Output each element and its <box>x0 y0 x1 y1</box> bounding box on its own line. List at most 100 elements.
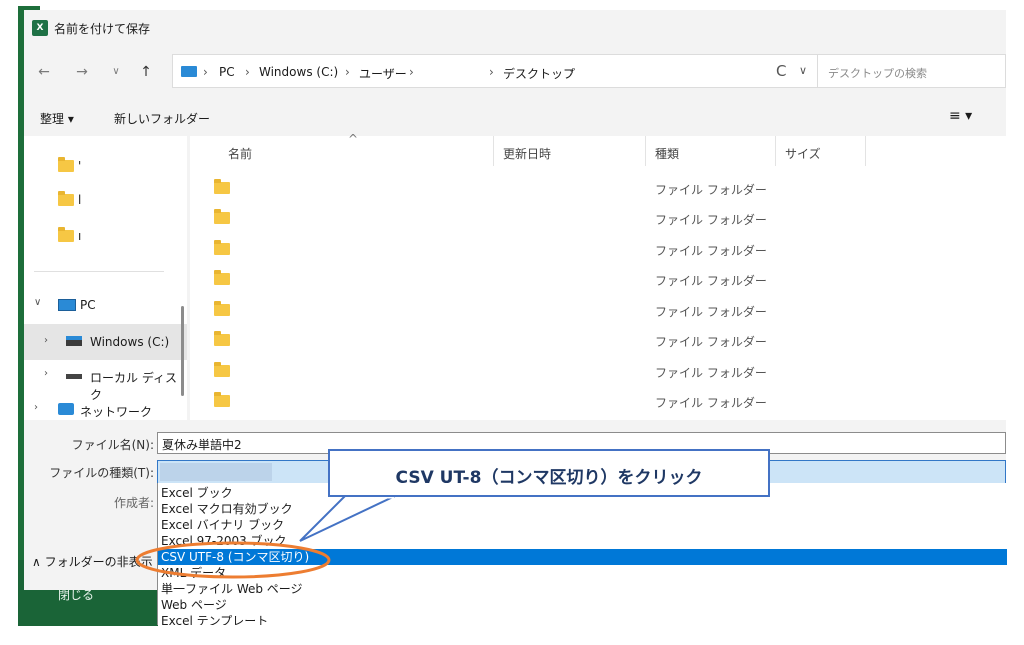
sidebar-item-label: ı <box>78 229 82 243</box>
back-arrow-icon[interactable]: ← <box>34 64 54 80</box>
folder-icon <box>214 270 230 285</box>
navigation-pane: ' l ı ∨ PC › Windows (C:) › ローカル ディスク › <box>24 136 187 420</box>
file-type: ファイル フォルダー <box>655 396 767 410</box>
crumb-separator: › <box>345 65 350 79</box>
folder-icon <box>214 209 230 224</box>
chevron-down-icon: ∨ <box>34 297 42 308</box>
hide-folders-button[interactable]: ∧ フォルダーの非表示 <box>32 553 153 570</box>
option-label: Web ページ <box>161 598 227 612</box>
folder-icon <box>58 191 74 206</box>
filetype-option[interactable]: 単一ファイル Web ページ <box>158 581 1007 597</box>
column-label: 更新日時 <box>503 147 552 161</box>
crumb-windows-c[interactable]: Windows (C:) <box>259 65 338 79</box>
sidebar-item-label: PC <box>80 298 96 312</box>
file-type: ファイル フォルダー <box>655 213 767 227</box>
filename-label: ファイル名(N): <box>71 438 154 452</box>
sidebar-scrollbar[interactable] <box>181 306 184 396</box>
dialog-title: 名前を付けて保存 <box>54 22 151 36</box>
crumb-separator: › <box>409 65 414 79</box>
network-icon <box>58 403 74 415</box>
filetype-dropdown-list[interactable]: Excel ブック Excel マクロ有効ブック Excel バイナリ ブック … <box>157 483 1007 625</box>
list-item[interactable]: ファイル フォルダー <box>190 233 1006 263</box>
filetype-option[interactable]: Excel マクロ有効ブック <box>158 501 1007 517</box>
list-item[interactable]: ファイル フォルダー <box>190 263 1006 293</box>
sidebar-divider <box>34 271 164 272</box>
filetype-option[interactable]: Excel 97-2003 ブック <box>158 533 1007 549</box>
column-header-date[interactable]: 更新日時 <box>493 136 646 166</box>
crumb-separator: › <box>245 65 250 79</box>
up-arrow-icon[interactable]: ↑ <box>136 64 156 80</box>
list-item[interactable]: ファイル フォルダー <box>190 172 1006 202</box>
option-label: XML データ <box>161 566 227 580</box>
list-item[interactable]: ファイル フォルダー <box>190 385 1006 415</box>
file-type: ファイル フォルダー <box>655 274 767 288</box>
list-item[interactable]: ファイル フォルダー <box>190 294 1006 324</box>
disk-icon <box>66 374 82 379</box>
sidebar-item-windows-c[interactable]: › Windows (C:) <box>24 324 187 360</box>
crumb-separator: › <box>569 65 574 79</box>
filetype-label: ファイルの種類(T): <box>49 466 154 480</box>
filename-value: 夏休み単語中2 <box>162 438 242 452</box>
sidebar-item-folder[interactable]: l <box>24 184 187 216</box>
chevron-right-icon: › <box>44 335 48 346</box>
refresh-icon[interactable]: C <box>776 62 786 80</box>
author-label: 作成者: <box>113 496 154 510</box>
address-dropdown-icon[interactable]: ∨ <box>799 64 807 77</box>
file-type: ファイル フォルダー <box>655 183 767 197</box>
crumb-users[interactable]: ユーザー <box>359 65 407 82</box>
new-folder-button[interactable]: 新しいフォルダー <box>114 110 210 127</box>
organize-button[interactable]: 整理 ▾ <box>40 110 74 127</box>
file-type: ファイル フォルダー <box>655 244 767 258</box>
file-list: 名前 ^ 更新日時 種類 サイズ ファイル フォルダー ファイル フォルダー フ… <box>190 132 1006 420</box>
sidebar-item-label: l <box>78 193 82 207</box>
chevron-right-icon: › <box>34 402 38 413</box>
list-item[interactable]: ファイル フォルダー <box>190 355 1006 385</box>
command-bar: 整理 ▾ 新しいフォルダー ≡ ▾ <box>24 102 1006 132</box>
file-type: ファイル フォルダー <box>655 366 767 380</box>
sidebar-item-local-disk[interactable]: › ローカル ディスク <box>24 360 187 402</box>
list-item[interactable]: ファイル フォルダー <box>190 202 1006 232</box>
view-options-icon[interactable]: ≡ ▾ <box>949 108 972 124</box>
filetype-option[interactable]: Web ページ <box>158 597 1007 613</box>
crumb-desktop[interactable]: デスクトップ <box>503 65 575 82</box>
folder-icon <box>214 179 230 194</box>
filetype-option[interactable]: Excel テンプレート <box>158 613 1007 625</box>
option-label: Excel マクロ有効ブック <box>161 502 293 516</box>
forward-arrow-icon[interactable]: → <box>72 64 92 80</box>
search-input[interactable]: デスクトップの検索 <box>817 54 1006 88</box>
folder-icon <box>214 362 230 377</box>
crumb-pc[interactable]: PC <box>219 65 235 79</box>
file-type: ファイル フォルダー <box>655 335 767 349</box>
option-label: Excel テンプレート <box>161 614 269 625</box>
crumb-separator: › <box>203 65 208 79</box>
folder-icon <box>214 301 230 316</box>
folder-icon <box>214 331 230 346</box>
crumb-separator: › <box>489 65 494 79</box>
column-label: 種類 <box>655 147 680 161</box>
column-header-type[interactable]: 種類 <box>645 136 776 166</box>
navigation-row: ← → ∨ ↑ › PC › Windows (C:) › ユーザー › › デ… <box>24 54 1006 90</box>
folder-icon <box>58 227 74 242</box>
option-label: 単一ファイル Web ページ <box>161 582 303 596</box>
filetype-option[interactable]: Excel バイナリ ブック <box>158 517 1007 533</box>
filetype-option[interactable]: XML データ <box>158 565 1007 581</box>
sidebar-item-pc[interactable]: ∨ PC <box>24 289 187 321</box>
sidebar-item-folder[interactable]: ı <box>24 220 187 252</box>
column-header-name[interactable]: 名前 ^ <box>218 132 494 166</box>
filetype-option-csv-utf8[interactable]: CSV UTF-8 (コンマ区切り) <box>158 549 1007 565</box>
address-bar[interactable]: › PC › Windows (C:) › ユーザー › › デスクトップ › … <box>172 54 822 88</box>
folder-icon <box>214 392 230 407</box>
chevron-right-icon: › <box>44 368 48 379</box>
sidebar-item-label: ' <box>78 159 82 173</box>
sidebar-item-folder[interactable]: ' <box>24 150 187 182</box>
column-label: 名前 <box>228 147 253 161</box>
option-label: Excel ブック <box>161 486 233 500</box>
pc-icon <box>58 299 76 311</box>
drive-icon <box>66 336 82 346</box>
recent-locations-icon[interactable]: ∨ <box>106 64 126 80</box>
column-header-size[interactable]: サイズ <box>775 136 866 166</box>
pc-icon <box>181 66 197 77</box>
excel-icon: X <box>32 20 48 36</box>
column-label: サイズ <box>785 147 821 161</box>
list-item[interactable]: ファイル フォルダー <box>190 324 1006 354</box>
